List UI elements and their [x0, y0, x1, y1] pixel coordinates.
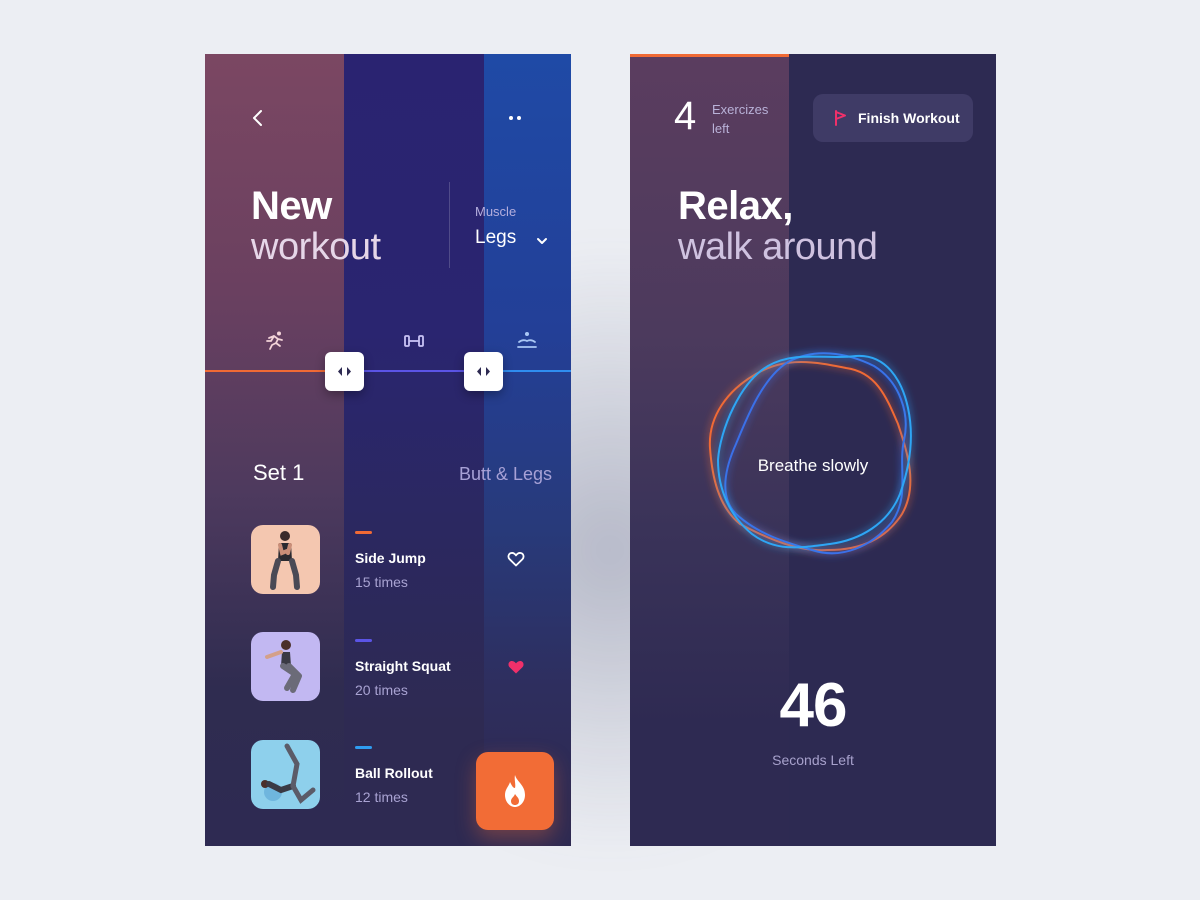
exercise-thumbnail[interactable] — [251, 525, 320, 594]
track-segment-cardio — [205, 370, 344, 372]
track-segment-strength — [344, 370, 484, 372]
divider — [449, 182, 450, 268]
chevron-left-icon — [253, 110, 262, 126]
exercise-reps: 12 times — [355, 789, 408, 805]
arrows-horizontal-icon — [477, 367, 490, 376]
countdown-label: Seconds Left — [772, 752, 854, 768]
person-rollout-icon — [261, 743, 316, 804]
range-handle-right[interactable] — [464, 352, 503, 391]
person-squat-icon — [265, 640, 302, 693]
more-options-button[interactable] — [505, 112, 529, 124]
breathe-instruction: Breathe slowly — [757, 456, 869, 475]
stretching-icon[interactable] — [515, 330, 539, 352]
exercise-thumbnail[interactable] — [251, 632, 320, 701]
new-workout-screen: New workout Muscle Legs Set 1 Butt & Leg… — [205, 54, 571, 846]
finish-workout-label: Finish Workout — [858, 110, 960, 126]
exercises-left-label: Exercizes left — [712, 102, 769, 136]
muscle-select[interactable]: Legs — [475, 227, 516, 249]
finish-workout-button[interactable]: Finish Workout — [813, 94, 973, 142]
exercise-name[interactable]: Straight Squat — [355, 658, 451, 674]
set-subtitle: Butt & Legs — [459, 464, 553, 484]
dot-icon — [509, 116, 513, 120]
exercises-left-count: 4 — [674, 94, 697, 138]
heart-outline-icon[interactable] — [507, 551, 525, 567]
arrows-horizontal-icon — [338, 367, 351, 376]
back-button[interactable] — [249, 106, 269, 130]
workout-progress-bar — [630, 54, 789, 57]
relax-screen: 4 Exercizes left Finish Workout Relax, w… — [630, 54, 996, 846]
relax-title: Relax, — [678, 184, 793, 228]
exercise-accent-bar — [355, 639, 372, 642]
dumbbell-icon[interactable] — [402, 330, 426, 352]
exercise-name[interactable]: Side Jump — [355, 550, 426, 566]
exercise-accent-bar — [355, 531, 372, 534]
exercise-accent-bar — [355, 746, 372, 749]
start-workout-button[interactable] — [476, 752, 554, 830]
chevron-down-icon[interactable] — [535, 234, 549, 248]
dot-icon — [517, 116, 521, 120]
muscle-label: Muscle — [475, 204, 517, 219]
page-subtitle: workout — [251, 226, 381, 268]
flame-icon — [505, 775, 525, 807]
range-handle-left[interactable] — [325, 352, 364, 391]
heart-filled-icon[interactable] — [507, 659, 525, 675]
running-icon[interactable] — [263, 330, 287, 352]
exercise-name[interactable]: Ball Rollout — [355, 765, 433, 781]
flag-icon — [835, 110, 846, 126]
set-title: Set 1 — [253, 460, 305, 485]
person-jumping-icon — [270, 531, 300, 590]
exercise-thumbnail[interactable] — [251, 740, 320, 809]
countdown-seconds: 46 — [779, 671, 848, 740]
page-title: New — [251, 184, 332, 228]
exercise-reps: 15 times — [355, 574, 408, 590]
relax-subtitle: walk around — [678, 226, 878, 268]
exercise-reps: 20 times — [355, 682, 408, 698]
